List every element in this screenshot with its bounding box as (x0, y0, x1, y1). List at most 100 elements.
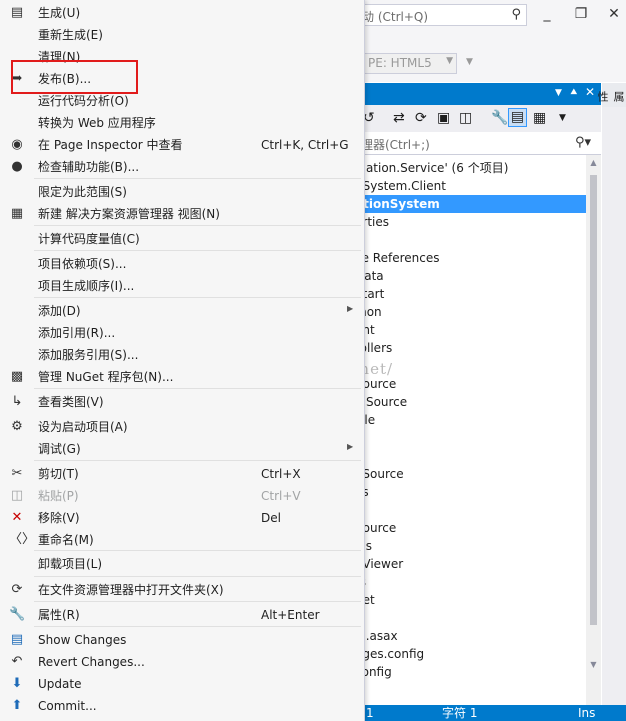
tree-item[interactable]: ent (355, 321, 586, 339)
minimize-button[interactable]: _ (536, 4, 558, 24)
tree-item[interactable] (355, 501, 586, 519)
tree-item[interactable]: nSystem.Client (355, 177, 586, 195)
tree-item[interactable]: config (355, 663, 586, 681)
show-all-files-icon[interactable]: ◫ (459, 110, 472, 126)
search-icon[interactable]: ⚲ (511, 7, 521, 22)
tree-item[interactable]: Source (355, 519, 586, 537)
refresh-icon[interactable]: ⟳ (415, 110, 427, 126)
chevron-down-icon[interactable]: ▼ (555, 88, 562, 98)
chevron-down-icon[interactable]: ▼ (466, 57, 473, 67)
menu-separator (34, 460, 361, 461)
tree-item[interactable]: piSource (355, 393, 586, 411)
chevron-down-icon[interactable]: ▼ (559, 113, 566, 123)
menu-separator (34, 250, 361, 251)
tree-item[interactable]: es (355, 483, 586, 501)
scroll-thumb[interactable] (590, 175, 597, 625)
tree-item[interactable] (355, 609, 586, 627)
close-button[interactable]: ✕ (603, 4, 625, 24)
chevron-down-icon: ▼ (446, 56, 453, 66)
tree-item[interactable]: net (355, 591, 586, 609)
target-schema-value: PE: HTML5 (368, 56, 432, 70)
restore-button[interactable]: ❐ (570, 4, 592, 24)
tree-item[interactable] (355, 231, 586, 249)
menu-item[interactable]: ● 检查辅助功能(B)... (0, 156, 363, 178)
tree-item[interactable]: els (355, 537, 586, 555)
project-context-menu: ▤ 生成(U) 重新生成(E) 清理(N) ➥ 发布(B)... 运行代码分析(O) 转换为 … (0, 0, 365, 721)
menu-item[interactable]: ✂ 剪切(T) Ctrl+X (0, 463, 363, 485)
menu-item[interactable]: ◫ 粘贴(P) Ctrl+V (0, 485, 363, 507)
tree-item[interactable]: ages.config (355, 645, 586, 663)
search-icon[interactable]: ⚲▾ (575, 135, 591, 150)
menu-item-label: 属性(R) (38, 608, 80, 622)
menu-item-shortcut: Ctrl+X (261, 467, 301, 481)
properties-side-tab[interactable]: 属性 (596, 83, 626, 107)
scroll-up-arrow[interactable]: ▲ (586, 158, 601, 167)
menu-item[interactable]: 限定为此范围(S) (0, 181, 363, 203)
menu-item-label: 重新生成(E) (38, 28, 103, 42)
menu-separator (34, 626, 361, 627)
menu-separator (34, 388, 361, 389)
revert-icon: ↶ (11, 654, 23, 669)
menu-item[interactable]: ↳ 查看类图(V) (0, 391, 363, 413)
tree-item[interactable]: ationSystem (355, 195, 586, 213)
menu-item[interactable]: 转换为 Web 应用程序 (0, 112, 363, 134)
sync-icon[interactable]: ⇄ (393, 110, 405, 126)
tree-item[interactable]: eViewer (355, 555, 586, 573)
menu-item[interactable]: 重新生成(E) (0, 24, 363, 46)
menu-item[interactable]: ⬇ Update (0, 673, 363, 695)
tree-item[interactable]: luation.Service' (6 个项目) (355, 159, 586, 177)
highlight-annotation (11, 60, 138, 94)
tree-item[interactable]: s (355, 447, 586, 465)
tree-item[interactable]: eSource (355, 465, 586, 483)
menu-item[interactable]: ▤ 生成(U) (0, 2, 363, 24)
class-view-icon[interactable]: ▦ (533, 110, 546, 126)
tree-item-label: ationSystem (355, 197, 440, 211)
tree-item[interactable]: rollers (355, 339, 586, 357)
pin-icon[interactable]: ⯅ (569, 85, 579, 100)
menu-item[interactable]: 🔧 属性(R) Alt+Enter (0, 604, 363, 626)
menu-item[interactable]: 项目生成顺序(I)... (0, 275, 363, 297)
tree-item[interactable] (355, 429, 586, 447)
gear-icon: ⚙ (11, 419, 23, 434)
tree-item[interactable]: Data (355, 267, 586, 285)
menu-item[interactable]: ◉ 在 Page Inspector 中查看 Ctrl+K, Ctrl+G (0, 134, 363, 156)
menu-item[interactable]: ↶ Revert Changes... (0, 651, 363, 673)
menu-item[interactable]: 项目依赖项(S)... (0, 253, 363, 275)
tree-item[interactable]: al.asax (355, 627, 586, 645)
page-inspector-icon: ◉ (11, 137, 23, 152)
properties-icon[interactable]: 🔧 (491, 110, 508, 126)
menu-item[interactable]: 调试(G) ▶ (0, 438, 363, 460)
tree-item[interactable]: Start (355, 285, 586, 303)
menu-item-label: 计算代码度量值(C) (38, 232, 140, 246)
menu-item[interactable]: ▤ Show Changes (0, 629, 363, 651)
accessibility-icon: ● (11, 159, 23, 174)
menu-item[interactable]: ▩ 管理 NuGet 程序包(N)... (0, 366, 363, 388)
menu-item[interactable]: ▦ 新建 解决方案资源管理器 视图(N) (0, 203, 363, 225)
menu-item[interactable]: ✕ 移除(V) Del (0, 507, 363, 529)
tree-item[interactable]: erties (355, 213, 586, 231)
solution-explorer-search[interactable]: 理器(Ctrl+;) ⚲▾ (355, 133, 601, 155)
scroll-down-arrow[interactable]: ▼ (586, 660, 601, 669)
tree-item[interactable]: ts (355, 573, 586, 591)
menu-item[interactable]: 添加服务引用(S)... (0, 344, 363, 366)
menu-item-label: 添加引用(R)... (38, 326, 116, 340)
show-changes-icon: ▤ (10, 632, 24, 647)
menu-item[interactable]: 添加引用(R)... (0, 322, 363, 344)
menu-item[interactable]: ⚙ 设为启动项目(A) (0, 416, 363, 438)
menu-item[interactable]: ⬆ Commit... (0, 695, 363, 717)
menu-item[interactable]: 计算代码度量值(C) (0, 228, 363, 250)
preview-selected-icon[interactable]: ▤ (508, 108, 527, 127)
menu-item[interactable]: ⟳ 在文件资源管理器中打开文件夹(X) (0, 579, 363, 601)
menu-item[interactable]: 添加(D) ▶ (0, 300, 363, 322)
menu-item-label: 在 Page Inspector 中查看 (38, 138, 183, 152)
collapse-all-icon[interactable]: ▣ (437, 110, 450, 126)
tree-item[interactable]: mon (355, 303, 586, 321)
menu-item-label: 添加(D) (38, 304, 81, 318)
menu-item[interactable]: 卸载项目(L) (0, 553, 363, 575)
menu-item[interactable]: 〈〉 重命名(M) (0, 529, 363, 551)
quick-launch-input[interactable]: 动 (Ctrl+Q) ⚲ (355, 4, 527, 26)
tree-item[interactable]: File (355, 411, 586, 429)
tree-item[interactable]: ce References (355, 249, 586, 267)
target-schema-dropdown[interactable]: PE: HTML5 ▼ (355, 53, 457, 74)
solution-explorer-titlebar: ▼ ⯅ ✕ (355, 83, 601, 105)
